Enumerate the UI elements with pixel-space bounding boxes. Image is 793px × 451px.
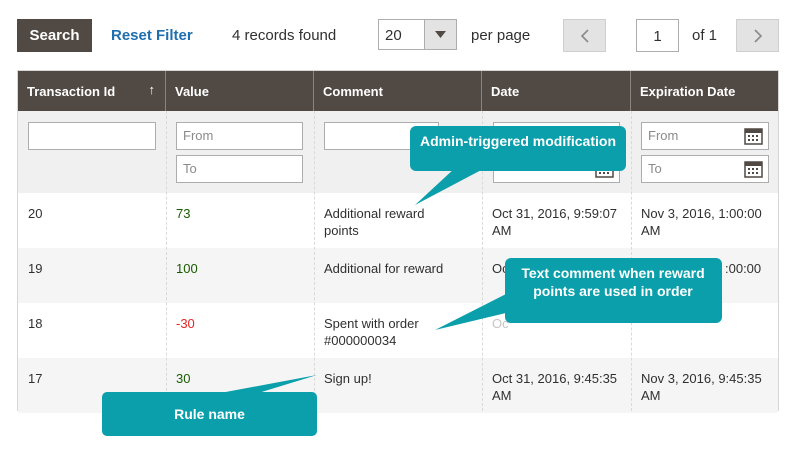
comment-callout-pointer	[435, 292, 510, 330]
text-comment-callout-text: Text comment when reward points are used…	[521, 265, 705, 299]
rule-name-callout-pointer	[215, 375, 317, 394]
admin-callout-pointer	[415, 168, 485, 205]
annotation-callouts	[102, 126, 722, 436]
admin-triggered-callout-text: Admin-triggered modification	[420, 133, 616, 149]
rule-name-callout-text: Rule name	[174, 406, 245, 422]
